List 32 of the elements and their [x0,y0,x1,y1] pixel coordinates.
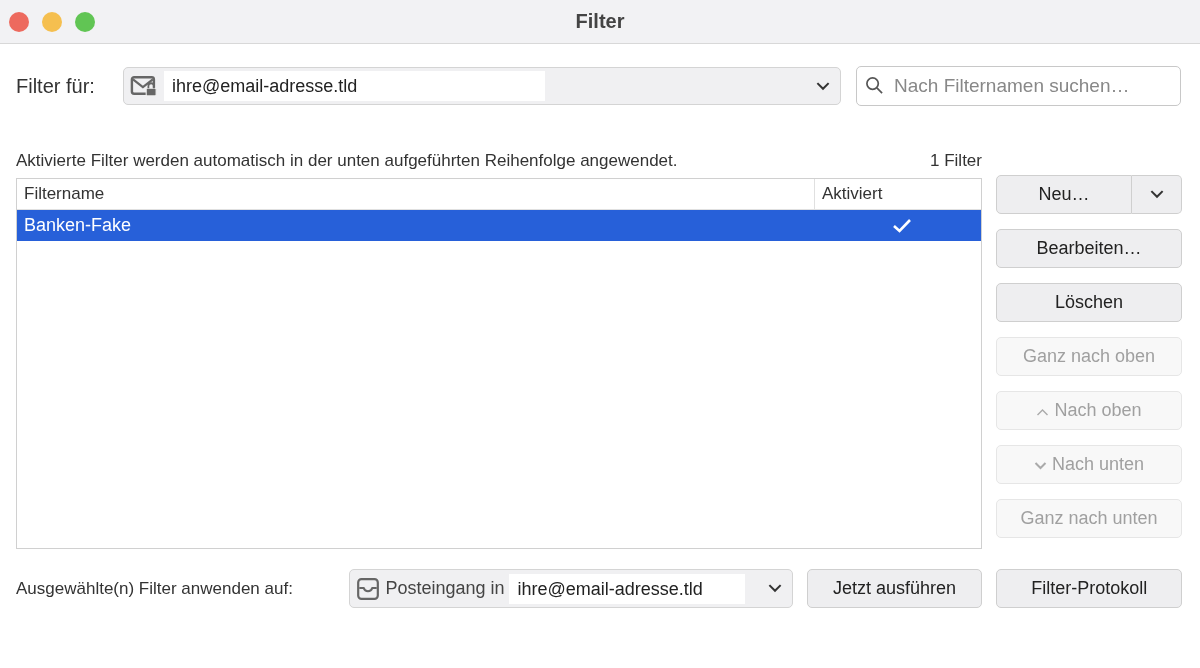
filter-for-label: Filter für: [16,74,96,98]
folder-dropdown[interactable]: Posteingang in ihre@email-adresse.tld [349,569,793,608]
chevron-down-icon [816,81,830,91]
filter-log-button[interactable]: Filter-Protokoll [996,569,1182,608]
zoom-button[interactable] [75,12,95,32]
dropdown-button[interactable] [1132,175,1182,214]
chevron-down-icon [1149,190,1164,199]
account-dropdown[interactable]: ihre@email-adresse.tld [123,67,841,105]
filter-name: Banken-Fake [23,215,133,236]
inbox-icon [356,576,381,601]
folder-name: Posteingang in [385,578,505,599]
column-header[interactable]: Filtername [17,179,815,209]
chevron-down-icon [1033,462,1047,470]
close-button[interactable] [9,12,29,32]
column-header[interactable]: Aktiviert [815,179,981,209]
chevron-down-icon [767,584,782,593]
envelope-lock-icon [130,75,158,97]
filter-count: 1 Filter [930,151,982,172]
account-name: ihre@email-adresse.tld [164,71,545,101]
description-text: Aktivierte Filter werden automatisch in der unten aufgeführten Reihenfolge angewendet. [16,151,678,172]
account-name: ihre@email-adresse.tld [509,573,746,604]
filter-row[interactable]: Banken-Fake [17,210,981,241]
action-button[interactable]: Bearbeiten… [996,229,1182,268]
checkmark-icon[interactable] [891,217,912,234]
search-field[interactable]: Nach Filternamen suchen… [856,66,1181,106]
apply-label: Ausgewählte(n) Filter anwenden auf: [16,578,294,599]
action-button[interactable]: Löschen [996,283,1182,322]
run-now-button[interactable]: Jetzt ausführen [806,569,983,608]
minimize-button[interactable] [42,12,62,32]
chevron-up-icon [1036,408,1050,416]
window-title: Filter [575,10,625,33]
action-button[interactable]: Neu… [996,175,1132,214]
